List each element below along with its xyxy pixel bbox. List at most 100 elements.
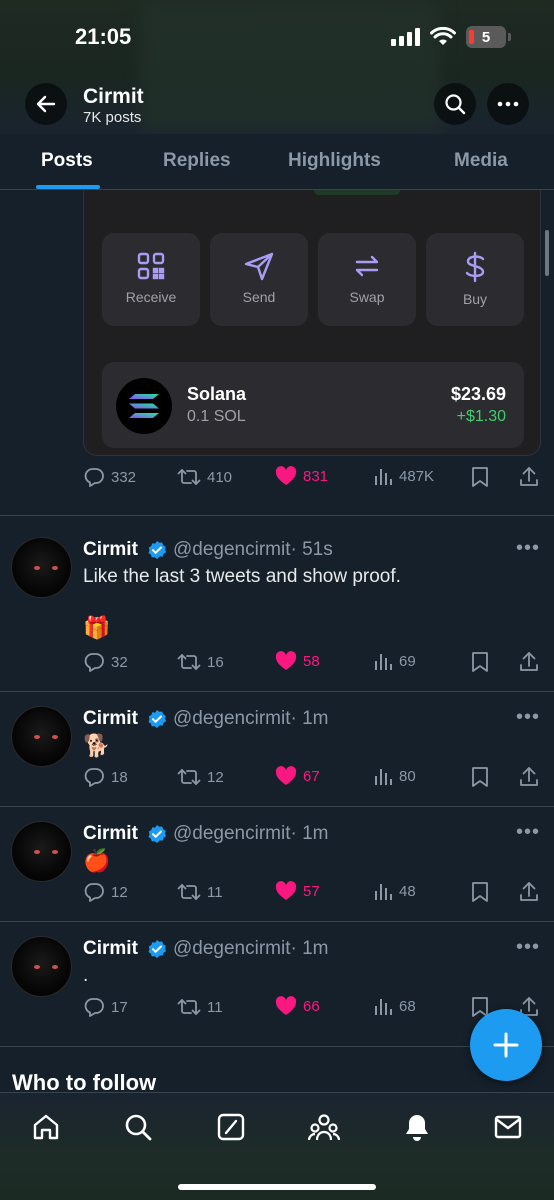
- view-count: 80: [399, 767, 416, 785]
- back-arrow-icon: [36, 95, 56, 113]
- repost-count: 410: [207, 468, 233, 486]
- tab-media[interactable]: Media: [454, 150, 508, 172]
- tweet-author-name[interactable]: Cirmit: [83, 823, 138, 845]
- bookmark-button[interactable]: [471, 766, 489, 788]
- verified-badge: [147, 709, 167, 729]
- bookmark-button[interactable]: [471, 651, 489, 673]
- tweet-more-button[interactable]: •••: [516, 706, 540, 729]
- verified-badge: [147, 824, 167, 844]
- share-button[interactable]: [519, 651, 539, 673]
- reply-button[interactable]: 18: [83, 766, 128, 788]
- receive-action: Receive: [102, 233, 200, 326]
- nav-notifications[interactable]: [401, 1111, 433, 1143]
- tweet-more-button[interactable]: •••: [516, 936, 540, 959]
- reply-button[interactable]: 17: [83, 996, 128, 1018]
- reply-button[interactable]: 332: [83, 466, 136, 488]
- share-icon: [520, 652, 538, 671]
- verified-badge: [147, 540, 167, 560]
- compose-button[interactable]: [470, 1009, 542, 1081]
- tweet-emoji: 🍎: [83, 848, 111, 873]
- repost-button[interactable]: 410: [177, 466, 232, 488]
- divider: [0, 921, 554, 922]
- status-icons: 5: [391, 26, 511, 48]
- like-count: 58: [303, 652, 320, 670]
- bookmark-button[interactable]: [471, 881, 489, 903]
- nav-communities[interactable]: [308, 1111, 340, 1143]
- like-count: 57: [303, 882, 320, 900]
- views-button[interactable]: 69: [373, 651, 416, 671]
- tweet-author-name[interactable]: Cirmit: [83, 938, 138, 960]
- tweet-time: · 1m: [290, 708, 329, 729]
- tweet-time: · 1m: [290, 938, 329, 959]
- tweet-author-handle[interactable]: @degencirmit· 1m: [173, 708, 329, 730]
- verified-icon: [148, 541, 166, 559]
- reply-count: 32: [111, 653, 128, 671]
- nav-search[interactable]: [122, 1111, 154, 1143]
- divider: [0, 806, 554, 807]
- nav-messages[interactable]: [492, 1111, 524, 1143]
- repost-button[interactable]: 16: [177, 651, 224, 673]
- handle-text: @degencirmit: [173, 823, 291, 844]
- more-button[interactable]: [487, 83, 529, 125]
- like-button[interactable]: 58: [275, 651, 320, 671]
- bookmark-icon: [472, 652, 488, 672]
- more-icon: [497, 101, 519, 107]
- token-row: Solana 0.1 SOL $23.69 +$1.30: [102, 362, 524, 448]
- avatar[interactable]: [11, 821, 72, 882]
- search-button[interactable]: [434, 83, 476, 125]
- bookmark-button[interactable]: [471, 466, 489, 488]
- share-icon: [520, 882, 538, 901]
- dollar-icon: [465, 251, 485, 283]
- reply-button[interactable]: 32: [83, 651, 128, 673]
- scrollbar[interactable]: [545, 230, 549, 276]
- tweet-more-button[interactable]: •••: [516, 537, 540, 560]
- pinned-actions: 332 410 831 487K: [83, 466, 543, 494]
- tab-highlights[interactable]: Highlights: [288, 150, 381, 172]
- tab-posts[interactable]: Posts: [41, 150, 93, 172]
- share-button[interactable]: [519, 881, 539, 903]
- heart-icon: [275, 881, 297, 900]
- like-button[interactable]: 67: [275, 766, 320, 786]
- nav-home[interactable]: [30, 1111, 62, 1143]
- back-button[interactable]: [25, 83, 67, 125]
- share-icon: [520, 467, 538, 486]
- reply-icon: [84, 653, 104, 672]
- tab-replies[interactable]: Replies: [163, 150, 231, 172]
- views-button[interactable]: 80: [373, 766, 416, 786]
- home-icon: [33, 1114, 59, 1140]
- wallet-card-image[interactable]: Receive Send Swap Buy Solana 0.1 SOL $23…: [83, 190, 541, 456]
- like-button[interactable]: 831: [275, 466, 328, 486]
- verified-icon: [148, 940, 166, 958]
- like-button[interactable]: 57: [275, 881, 320, 901]
- nav-grok[interactable]: [215, 1111, 247, 1143]
- views-button[interactable]: 487K: [373, 466, 434, 486]
- share-button[interactable]: [519, 766, 539, 788]
- tweet-more-button[interactable]: •••: [516, 821, 540, 844]
- views-button[interactable]: 48: [373, 881, 416, 901]
- reply-count: 332: [111, 468, 137, 486]
- reply-button[interactable]: 12: [83, 881, 128, 903]
- tweet-author-handle[interactable]: @degencirmit· 1m: [173, 938, 329, 960]
- tweet-author-name[interactable]: Cirmit: [83, 539, 138, 561]
- mail-icon: [494, 1115, 522, 1139]
- views-button[interactable]: 68: [373, 996, 416, 1016]
- like-button[interactable]: 66: [275, 996, 320, 1016]
- verified-icon: [148, 710, 166, 728]
- repost-button[interactable]: 12: [177, 766, 224, 788]
- view-count: 68: [399, 997, 416, 1015]
- avatar[interactable]: [11, 936, 72, 997]
- avatar[interactable]: [11, 537, 72, 598]
- send-label: Send: [242, 289, 276, 305]
- repost-button[interactable]: 11: [177, 881, 223, 903]
- repost-button[interactable]: 11: [177, 996, 223, 1018]
- signal-icon: [391, 28, 420, 46]
- receive-label: Receive: [125, 289, 177, 305]
- tweet-author-handle[interactable]: @degencirmit· 51s: [173, 539, 333, 561]
- tweet-author-name[interactable]: Cirmit: [83, 708, 138, 730]
- avatar[interactable]: [11, 706, 72, 767]
- share-button[interactable]: [519, 466, 539, 488]
- views-icon: [375, 999, 392, 1015]
- qr-icon: [137, 252, 165, 280]
- tweet-author-handle[interactable]: @degencirmit· 1m: [173, 823, 329, 845]
- tweet-actions: 18 12 67 80: [83, 766, 543, 794]
